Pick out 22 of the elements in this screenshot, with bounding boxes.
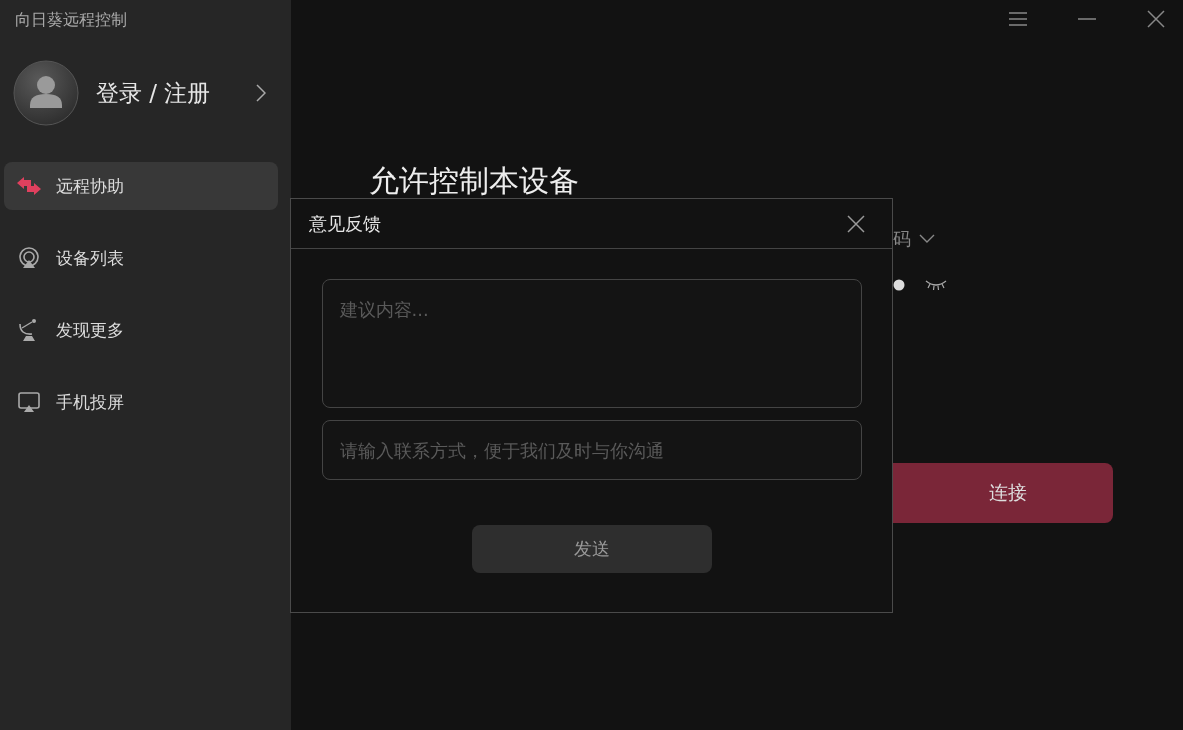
nav-item[interactable]: 发现更多 <box>4 306 278 354</box>
nav-item[interactable]: 手机投屏 <box>4 378 278 426</box>
broadcast-icon <box>16 246 42 270</box>
avatar-icon[interactable] <box>13 60 79 126</box>
closed-eye-icon[interactable] <box>925 279 947 291</box>
send-button[interactable]: 发送 <box>471 525 712 573</box>
close-icon[interactable] <box>847 214 865 233</box>
contact-field[interactable]: 请输入联系方式，便于我们及时与你沟通 <box>321 420 862 480</box>
chevron-right-icon[interactable] <box>256 84 266 102</box>
nav-item[interactable]: 设备列表 <box>4 234 278 282</box>
nav-item[interactable]: 远程协助 <box>4 162 278 210</box>
app-title: 向日葵远程控制 <box>15 9 128 31</box>
menu-icon[interactable] <box>1008 11 1028 27</box>
login-link[interactable]: 登录 / 注册 <box>96 77 211 109</box>
code-type-label[interactable]: 码 <box>893 227 911 251</box>
feedback-field[interactable]: 建议内容... <box>321 279 862 408</box>
section-heading: 允许控制本设备 <box>369 162 580 200</box>
swap-arrows-icon <box>16 176 42 196</box>
dialog-title: 意见反馈 <box>309 211 381 236</box>
chevron-down-icon[interactable] <box>919 234 935 244</box>
screen-cast-icon <box>16 390 42 414</box>
close-icon[interactable] <box>1146 10 1166 28</box>
